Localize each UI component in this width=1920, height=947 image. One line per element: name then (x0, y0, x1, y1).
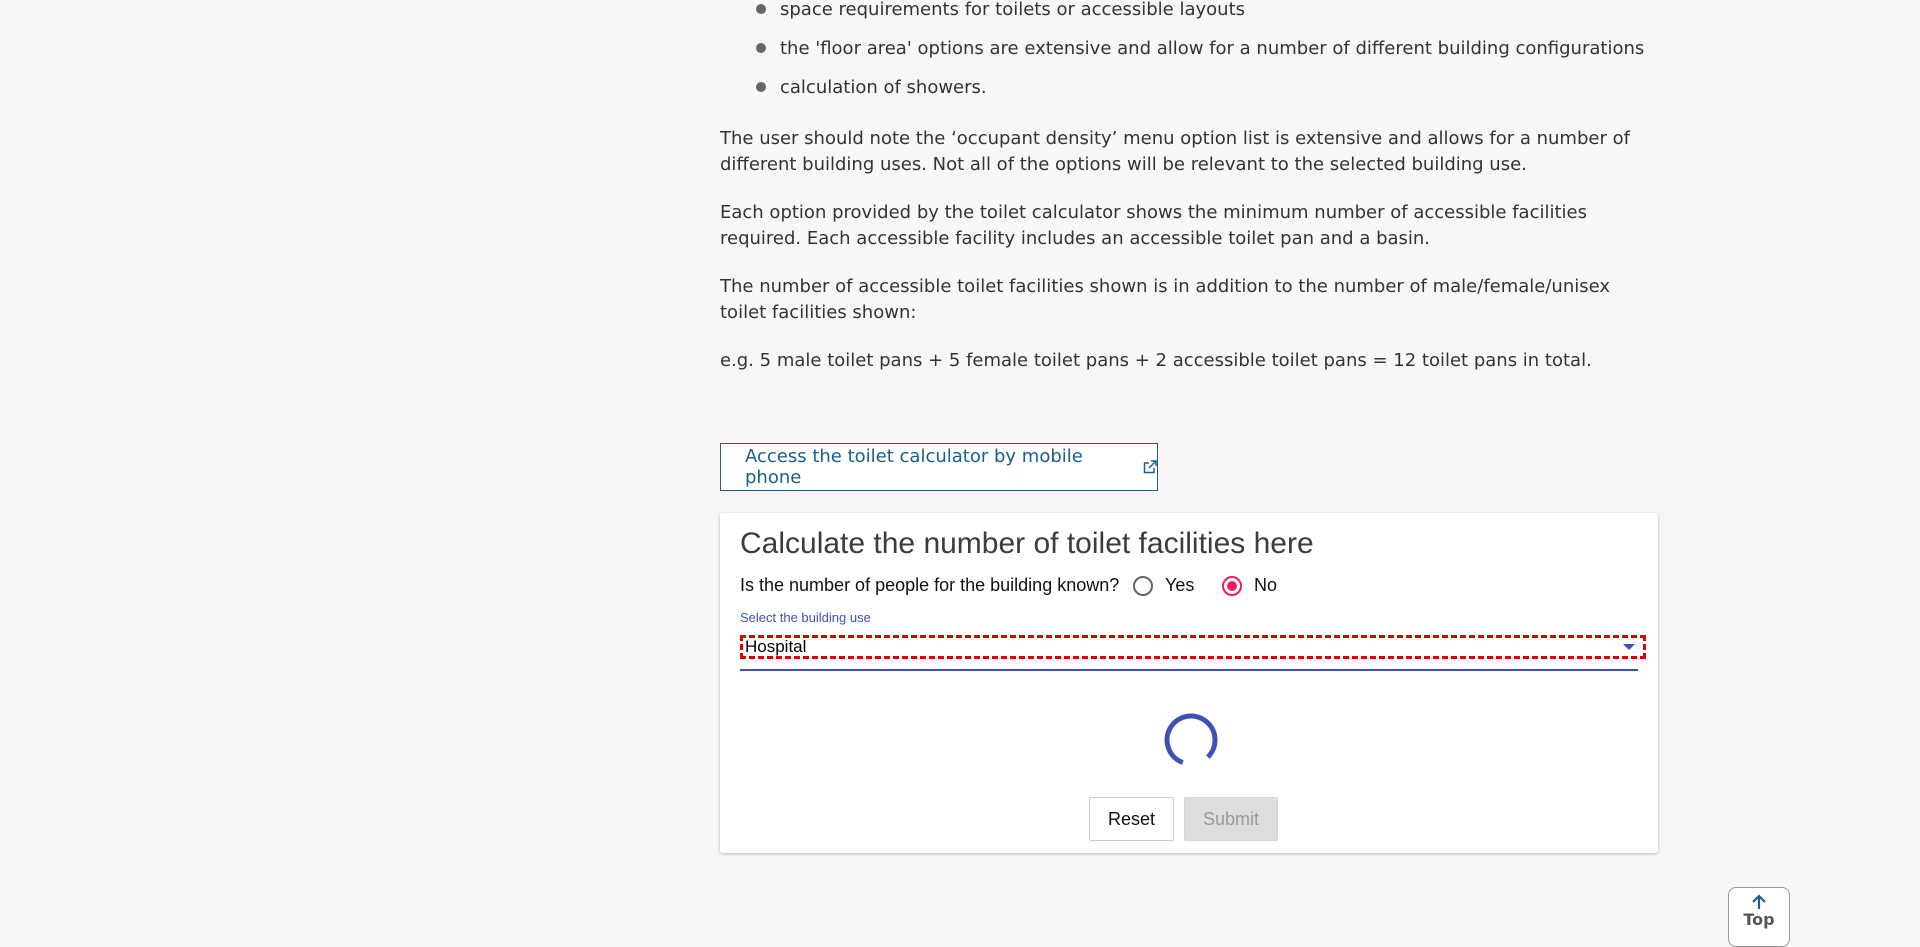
bullet-list: space requirements for toilets or access… (756, 0, 1656, 117)
top-button-label: Top (1743, 910, 1775, 929)
radio-checked-icon[interactable] (1222, 575, 1242, 596)
people-known-question: Is the number of people for the building… (740, 575, 1120, 595)
bullet-icon (756, 43, 766, 53)
radio-yes-label: Yes (1165, 575, 1195, 595)
accessible-facilities-paragraph: Each option provided by the toilet calcu… (720, 202, 1587, 249)
bullet-icon (756, 4, 766, 14)
addition-paragraph: The number of accessible toilet faciliti… (720, 276, 1611, 323)
building-use-select[interactable]: Hospital (740, 635, 1646, 659)
back-to-top-button[interactable]: Top (1728, 887, 1790, 947)
reset-button[interactable]: Reset (1089, 797, 1174, 841)
bullet-icon (756, 82, 766, 92)
list-item-text: calculation of showers. (780, 77, 987, 98)
list-item: calculation of showers. (756, 78, 1656, 117)
occupant-density-paragraph: The user should note the ‘occupant densi… (720, 128, 1630, 175)
list-item-text: space requirements for toilets or access… (780, 0, 1246, 20)
arrow-up-icon (1752, 894, 1766, 909)
radio-unchecked-icon[interactable] (1133, 575, 1153, 596)
select-underline (740, 669, 1638, 671)
building-use-value: Hospital (745, 637, 807, 656)
loading-spinner-icon (1161, 710, 1221, 774)
mobile-link-label: Access the toilet calculator by mobile p… (745, 446, 1083, 488)
dropdown-arrow-icon[interactable] (1623, 644, 1635, 650)
list-item: the 'floor area' options are extensive a… (756, 39, 1656, 78)
radio-no-label: No (1254, 575, 1278, 595)
toilet-calculator-card: Calculate the number of toilet facilitie… (720, 513, 1658, 853)
building-use-label: Select the building use (740, 610, 871, 625)
radio-yes[interactable]: Yes (1133, 575, 1194, 596)
example-paragraph: e.g. 5 male toilet pans + 5 female toile… (720, 350, 1592, 371)
radio-no[interactable]: No (1222, 575, 1277, 596)
list-item-text: the 'floor area' options are extensive a… (780, 38, 1645, 59)
submit-button[interactable]: Submit (1184, 797, 1278, 841)
mobile-calculator-link[interactable]: Access the toilet calculator by mobile p… (720, 443, 1158, 491)
list-item: space requirements for toilets or access… (756, 0, 1656, 39)
calculator-title: Calculate the number of toilet facilitie… (740, 527, 1314, 560)
external-link-icon (1143, 460, 1157, 474)
